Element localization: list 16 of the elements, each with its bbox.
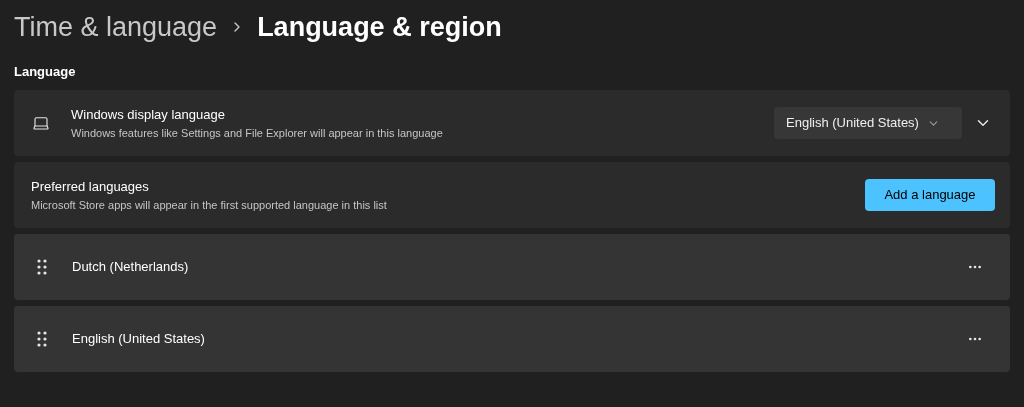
language-item[interactable]: English (United States) [14,306,1010,372]
language-dropdown[interactable]: English (United States) [774,107,962,139]
language-item[interactable]: Dutch (Netherlands) [14,234,1010,300]
laptop-icon [32,114,50,132]
setting-description: Microsoft Store apps will appear in the first supported language in this list [31,197,388,213]
language-name: English (United States) [72,330,206,349]
setting-title: Preferred languages [31,178,150,196]
language-name: Dutch (Netherlands) [72,258,190,277]
drag-handle-icon[interactable] [37,331,47,347]
breadcrumb-link[interactable]: Time & language [14,6,218,48]
drag-handle-icon[interactable] [37,259,47,275]
setting-title: Windows display language [71,106,226,124]
page-title: Language & region [257,10,502,44]
setting-description: Windows features like Settings and File Explorer will appear in this language [71,125,444,141]
section-title: Language [14,63,76,82]
add-language-button[interactable]: Add a language [865,179,995,211]
